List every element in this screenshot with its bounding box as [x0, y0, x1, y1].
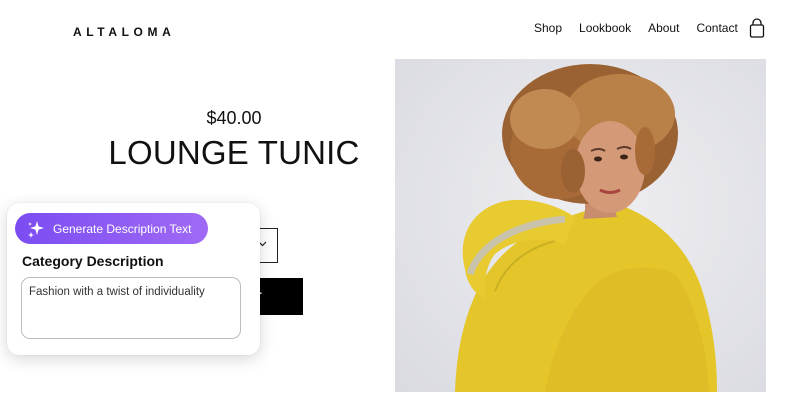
brand-logo[interactable]: ALTALOMA [73, 25, 175, 39]
nav-contact[interactable]: Contact [696, 21, 737, 35]
category-description-label: Category Description [22, 253, 164, 269]
ai-description-panel: Generate Description Text Category Descr… [7, 203, 260, 355]
nav-shop[interactable]: Shop [534, 21, 562, 35]
category-description-field[interactable]: Fashion with a twist of individuality [21, 277, 241, 339]
product-image [395, 59, 766, 392]
nav-lookbook[interactable]: Lookbook [579, 21, 631, 35]
model-illustration [395, 59, 766, 392]
generate-description-button[interactable]: Generate Description Text [15, 213, 208, 244]
shopping-bag-icon[interactable] [749, 18, 765, 38]
sparkle-icon [28, 220, 44, 238]
generate-button-label: Generate Description Text [53, 221, 192, 236]
nav-about[interactable]: About [648, 21, 679, 35]
main-nav: Shop Lookbook About Contact [534, 21, 755, 35]
